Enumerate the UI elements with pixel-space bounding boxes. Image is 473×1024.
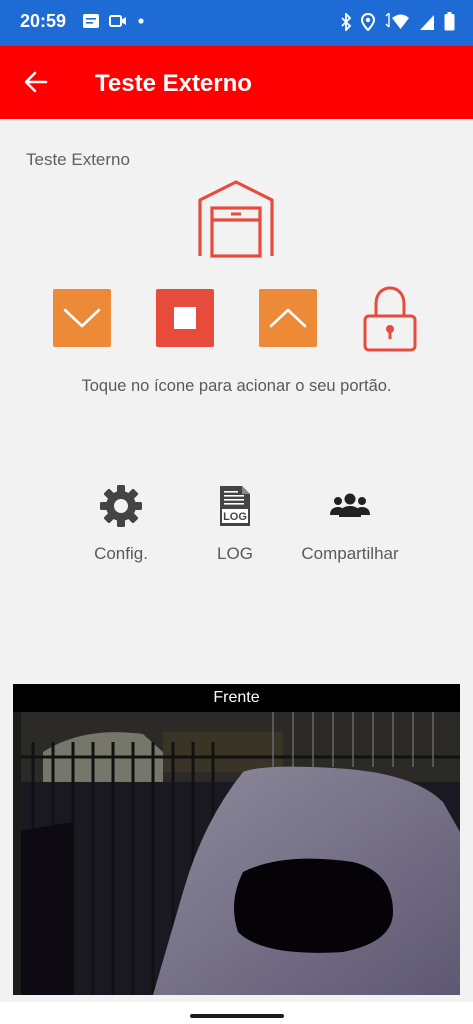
stop-gate-button[interactable] (156, 289, 214, 347)
config-label: Config. (94, 544, 148, 563)
status-right-icons (340, 12, 455, 31)
camera-label: Frente (13, 684, 460, 712)
signal-icon (420, 14, 434, 30)
app-bar: Teste Externo (0, 46, 473, 119)
log-label: LOG (217, 544, 253, 563)
share-label: Compartilhar (301, 544, 399, 563)
gear-icon (100, 485, 142, 527)
back-button[interactable] (20, 66, 52, 98)
close-gate-button[interactable] (53, 289, 111, 347)
navigation-bar (0, 1002, 473, 1024)
location-icon (361, 12, 375, 31)
log-icon: LOG (220, 486, 250, 526)
status-time: 20:59 (20, 11, 67, 31)
config-button[interactable]: Config. (81, 482, 161, 564)
chevron-down-icon (63, 308, 101, 328)
share-button[interactable]: Compartilhar (290, 482, 410, 564)
wifi-icon (385, 12, 409, 29)
bluetooth-icon (341, 12, 352, 31)
message-icon (83, 14, 99, 28)
page-title: Teste Externo (95, 70, 252, 97)
home-gesture-handle[interactable] (190, 1014, 284, 1018)
arrow-left-icon (24, 71, 48, 93)
open-gate-button[interactable] (259, 289, 317, 347)
camera-view[interactable]: Frente (13, 684, 460, 995)
status-left-icons (82, 13, 146, 29)
svg-text:LOG: LOG (223, 511, 247, 523)
status-bar: 20:59 (0, 0, 473, 46)
stop-icon (174, 307, 196, 329)
group-icon (330, 493, 370, 517)
dot-icon (138, 18, 144, 24)
log-button[interactable]: LOG LOG (195, 482, 275, 564)
garage-icon (198, 180, 274, 258)
camera-feed-image (13, 712, 460, 995)
video-icon (109, 15, 126, 27)
device-name: Teste Externo (26, 150, 130, 169)
battery-icon (444, 12, 455, 31)
chevron-up-icon (269, 308, 307, 328)
hint-text: Toque no ícone para acionar o seu portão… (81, 377, 392, 395)
lock-icon[interactable] (362, 286, 418, 354)
